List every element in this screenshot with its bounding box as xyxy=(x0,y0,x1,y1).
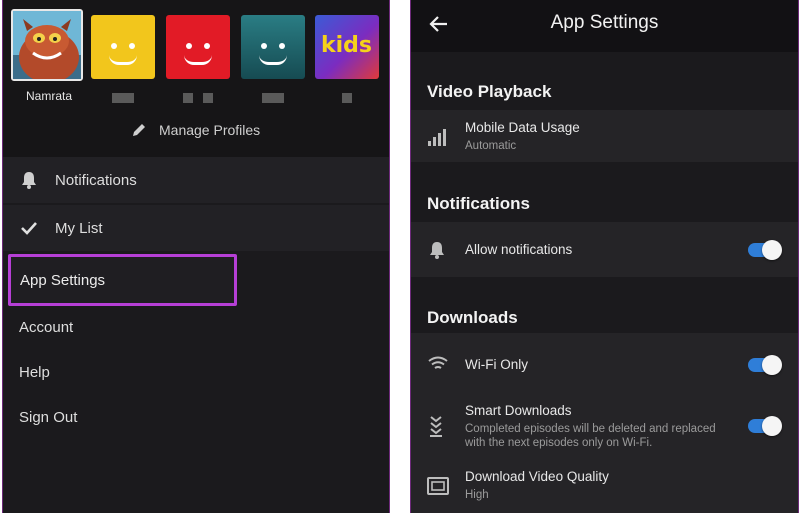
smile-icon xyxy=(259,55,287,65)
menu-item-account[interactable]: Account xyxy=(19,319,73,336)
setting-smart-downloads[interactable]: Smart Downloads Completed episodes will … xyxy=(411,395,798,455)
smile-icon xyxy=(184,55,212,65)
profile-teal[interactable] xyxy=(241,15,305,103)
wifi-icon xyxy=(428,356,448,369)
setting-title: Allow notifications xyxy=(465,242,573,257)
setting-subtitle-line1: Completed episodes will be deleted and r… xyxy=(465,423,716,435)
section-heading-label: Downloads xyxy=(427,308,518,327)
checkmark-icon xyxy=(21,222,37,235)
profile-name: Namrata xyxy=(25,89,72,103)
profile-kids[interactable]: kids xyxy=(315,15,379,103)
downloads-settings-group: Wi-Fi Only Smart Downloads Completed epi… xyxy=(411,333,798,513)
smart-downloads-toggle[interactable] xyxy=(748,416,782,436)
profile-namrata[interactable]: Namrata xyxy=(11,9,87,103)
redacted-name xyxy=(91,93,155,103)
kids-logo-text: kids xyxy=(321,33,373,58)
smile-icon xyxy=(109,55,137,65)
menu-item-sign-out[interactable]: Sign Out xyxy=(19,409,77,426)
toggle-knob xyxy=(762,240,782,260)
pencil-icon xyxy=(133,124,145,136)
app-settings-panel: App Settings Video Playback Mobile Data … xyxy=(410,0,799,513)
menu-item-my-list[interactable]: My List xyxy=(3,205,389,251)
setting-title: Smart Downloads xyxy=(465,403,572,418)
section-notifications-heading: Notifications xyxy=(411,162,798,222)
manage-profiles-button[interactable]: Manage Profiles xyxy=(131,122,260,138)
setting-title: Mobile Data Usage xyxy=(465,120,580,135)
setting-title: Wi-Fi Only xyxy=(465,357,528,372)
section-downloads-heading: Downloads xyxy=(411,277,798,333)
section-heading-label: Notifications xyxy=(427,194,530,213)
section-heading-label: Video Playback xyxy=(427,82,552,101)
section-video-playback-heading: Video Playback xyxy=(411,52,798,110)
toggle-knob xyxy=(762,416,782,436)
profile-menu-panel: Namrata kids Manage Profiles Notificatio… xyxy=(2,0,390,513)
bell-icon xyxy=(22,172,36,189)
menu-item-label: App Settings xyxy=(20,271,106,289)
setting-subtitle-line2: with the next episodes only on Wi-Fi. xyxy=(465,437,653,449)
toggle-knob xyxy=(762,355,782,375)
smart-downloads-icon xyxy=(430,416,442,437)
setting-subtitle: High xyxy=(465,489,489,501)
setting-mobile-data-usage[interactable]: Mobile Data Usage Automatic xyxy=(411,110,798,162)
menu-item-label: My List xyxy=(55,219,103,237)
eye-icon xyxy=(186,43,192,49)
eye-icon xyxy=(129,43,135,49)
profile-avatar-namrata xyxy=(11,9,83,83)
menu-item-label: Notifications xyxy=(55,171,137,189)
menu-item-notifications[interactable]: Notifications xyxy=(3,157,389,203)
manage-profiles-label: Manage Profiles xyxy=(159,122,261,138)
redacted-name xyxy=(166,93,230,103)
eye-icon xyxy=(204,43,210,49)
eye-icon xyxy=(261,43,267,49)
menu-item-help[interactable]: Help xyxy=(19,364,50,381)
wifi-only-toggle[interactable] xyxy=(748,355,782,375)
monster-avatar-icon xyxy=(13,11,81,83)
redacted-name xyxy=(241,93,305,103)
setting-download-video-quality[interactable]: Download Video Quality High xyxy=(411,459,798,513)
video-quality-icon xyxy=(427,477,449,495)
allow-notifications-toggle[interactable] xyxy=(748,240,782,260)
eye-icon xyxy=(111,43,117,49)
setting-allow-notifications[interactable]: Allow notifications xyxy=(411,222,798,277)
profile-avatar-kids: kids xyxy=(315,15,379,79)
profile-avatar-red xyxy=(166,15,230,79)
profile-avatar-yellow xyxy=(91,15,155,79)
profile-red[interactable] xyxy=(166,15,230,103)
profile-yellow[interactable] xyxy=(91,15,155,103)
redacted-name xyxy=(315,93,379,103)
profile-avatar-teal xyxy=(241,15,305,79)
top-bar: App Settings xyxy=(411,0,798,52)
setting-subtitle: Automatic xyxy=(465,140,517,152)
setting-title: Download Video Quality xyxy=(465,469,609,484)
page-title: App Settings xyxy=(550,12,659,33)
profiles-area: Namrata kids Manage Profiles xyxy=(3,0,389,157)
menu-item-app-settings[interactable]: App Settings xyxy=(8,254,237,306)
signal-bars-icon xyxy=(428,129,446,146)
setting-wifi-only[interactable]: Wi-Fi Only xyxy=(411,333,798,393)
eye-icon xyxy=(279,43,285,49)
bell-icon xyxy=(430,242,444,259)
